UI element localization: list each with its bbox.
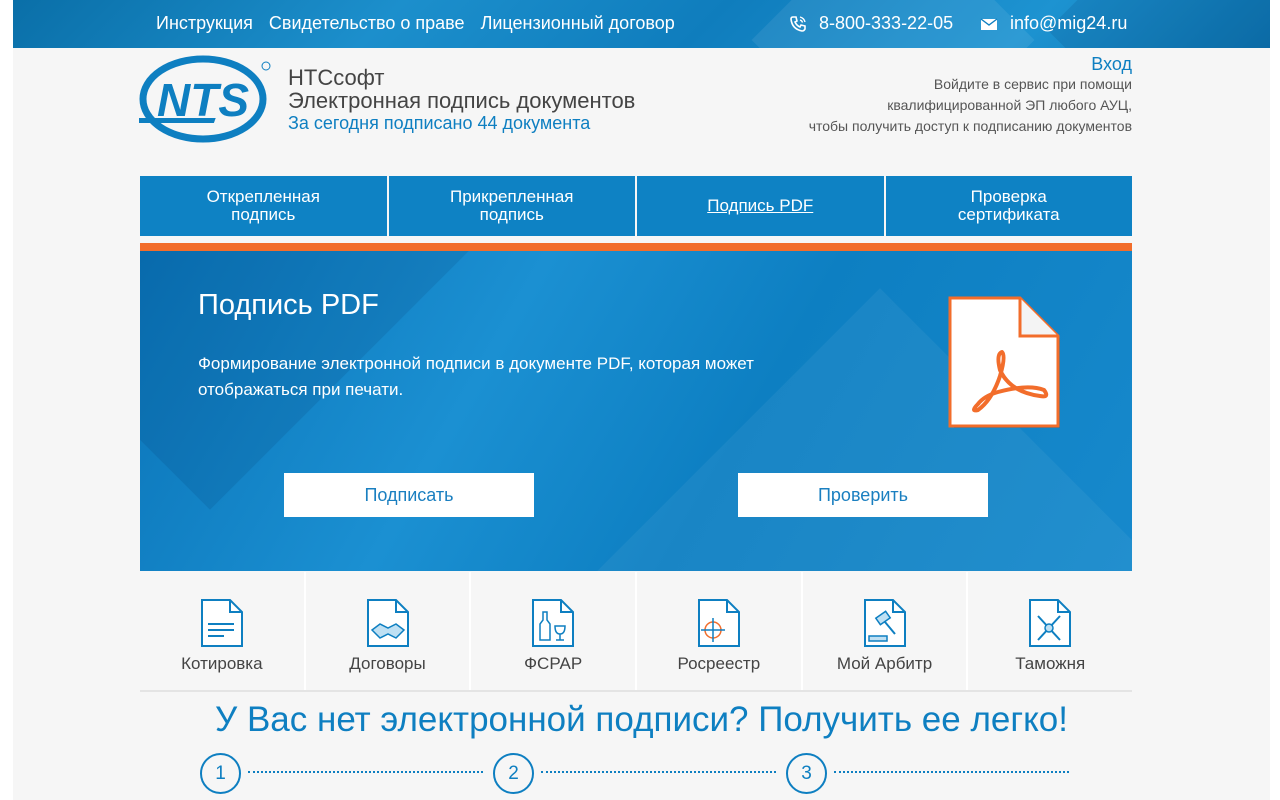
service-customs[interactable]: Таможня xyxy=(968,572,1132,690)
service-label: Котировка xyxy=(181,654,263,673)
page: Инструкция Свидетельство о праве Лицензи… xyxy=(13,0,1270,800)
services-row: Котировка Договоры ФСРАР Росреестр Мой А… xyxy=(140,572,1132,690)
login-link[interactable]: Вход xyxy=(809,54,1132,74)
active-tab-underline xyxy=(140,243,1132,251)
envelope-icon xyxy=(980,17,998,30)
login-hint-line-2: квалифицированной ЭП любого АУЦ, xyxy=(887,97,1132,113)
phone-number: 8-800-333-22-05 xyxy=(819,13,954,33)
login-hint-line-1: Войдите в сервис при помощи xyxy=(933,76,1132,92)
promo-headline: У Вас нет электронной подписи? Получить … xyxy=(215,700,1068,739)
service-fsrar[interactable]: ФСРАР xyxy=(471,572,638,690)
section-divider xyxy=(140,690,1132,692)
customs-document-icon xyxy=(1029,599,1072,647)
document-lines-icon xyxy=(200,599,243,647)
service-rosreestr[interactable]: Росреестр xyxy=(637,572,803,690)
hero-description: Формирование электронной подписи в докум… xyxy=(198,354,754,399)
step-connector xyxy=(834,771,1069,773)
tab-pdf-signature[interactable]: Подпись PDF xyxy=(637,176,884,236)
certificate-link[interactable]: Свидетельство о праве xyxy=(269,13,465,34)
service-my-arbiter[interactable]: Мой Арбитр xyxy=(803,572,969,690)
sign-button[interactable]: Подписать xyxy=(284,473,534,517)
login-block: Вход Войдите в сервис при помощи квалифи… xyxy=(809,54,1132,137)
service-quotation[interactable]: Котировка xyxy=(140,572,306,690)
tab-attached-signature[interactable]: Прикрепленная подпись xyxy=(388,176,635,236)
step-2-badge: 2 xyxy=(493,753,534,794)
verify-button[interactable]: Проверить xyxy=(738,473,988,517)
hero-panel: Подпись PDF Формирование электронной под… xyxy=(140,251,1132,571)
service-label: Мой Арбитр xyxy=(836,654,933,673)
main-tabs: Открепленная подпись Прикрепленная подпи… xyxy=(140,176,1132,236)
instruction-link[interactable]: Инструкция xyxy=(156,13,253,34)
email-address: info@mig24.ru xyxy=(1010,13,1128,33)
tab-detached-signature[interactable]: Открепленная подпись xyxy=(140,176,387,236)
top-links: Инструкция Свидетельство о праве Лицензи… xyxy=(156,13,675,34)
brand-name: НТСсофт xyxy=(288,65,385,90)
step-connector xyxy=(248,771,483,773)
service-label: Таможня xyxy=(1015,654,1086,673)
hero-title: Подпись PDF xyxy=(198,289,379,321)
brand-block: НТСсофт Электронная подпись документов З… xyxy=(288,66,635,134)
pdf-file-icon xyxy=(948,296,1060,428)
service-label: Росреестр xyxy=(677,654,761,673)
phone-contact[interactable]: 8-800-333-22-05 xyxy=(789,13,953,34)
top-bar: Инструкция Свидетельство о праве Лицензи… xyxy=(13,0,1270,48)
phone-icon xyxy=(790,15,806,32)
signed-today-counter: За сегодня подписано 44 документа xyxy=(288,113,591,133)
tab-certificate-check[interactable]: Проверка сертификата xyxy=(885,176,1132,236)
bottle-glass-document-icon xyxy=(532,599,575,647)
service-label: Договоры xyxy=(349,654,426,673)
login-hint-line-3: чтобы получить доступ к подписанию докум… xyxy=(808,118,1132,134)
handshake-document-icon xyxy=(366,599,409,647)
service-contracts[interactable]: Договоры xyxy=(306,572,472,690)
step-1-badge: 1 xyxy=(200,753,241,794)
license-link[interactable]: Лицензионный договор xyxy=(481,13,675,34)
nts-logo[interactable]: NTS xyxy=(139,54,272,144)
step-connector xyxy=(541,771,776,773)
gavel-document-icon xyxy=(863,599,906,647)
email-contact[interactable]: info@mig24.ru xyxy=(980,13,1127,34)
brand-subtitle: Электронная подпись документов xyxy=(288,88,636,113)
step-3-badge: 3 xyxy=(786,753,827,794)
map-document-icon xyxy=(697,599,740,647)
service-label: ФСРАР xyxy=(524,654,583,673)
